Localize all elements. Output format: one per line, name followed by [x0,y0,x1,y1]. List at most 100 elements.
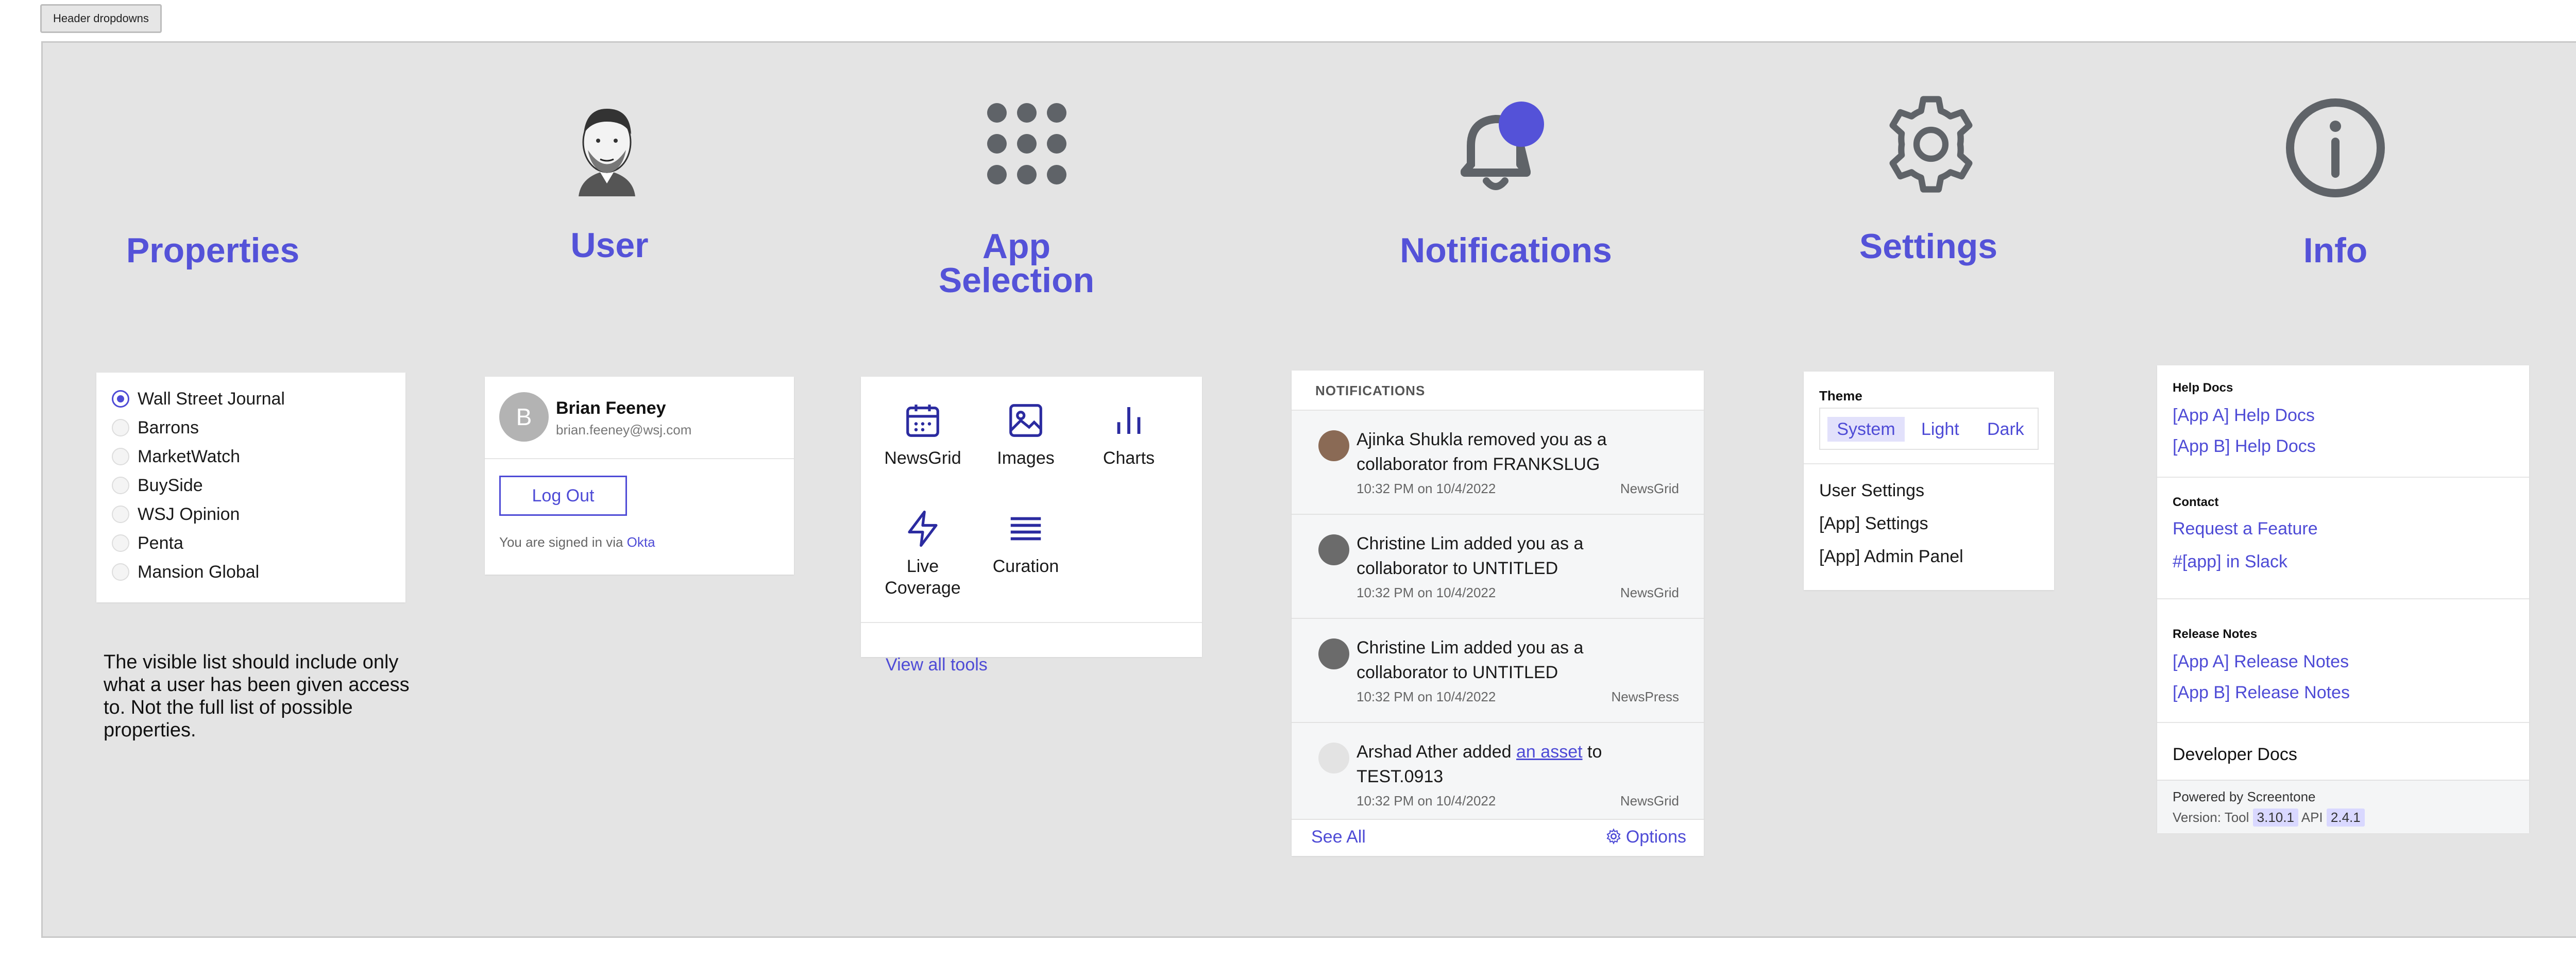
avatar [1318,743,1349,773]
list-icon [1010,517,1041,541]
apps-card: NewsGrid Images Charts Live Coverage Cur… [861,377,1202,675]
developer-docs-link[interactable]: Developer Docs [2173,745,2297,765]
info-card: Help Docs [App A] Help Docs [App B] Help… [2157,365,2529,833]
radio[interactable] [112,534,129,552]
tool-label: Curation [992,557,1059,576]
tool-images[interactable]: Images [985,400,1067,468]
tool-label: NewsGrid [884,448,961,468]
property-label: BuySide [138,476,203,495]
notification-app: NewsPress [1611,689,1679,704]
options-button[interactable]: Options [1605,827,1686,847]
tool-label: Images [997,448,1055,468]
logout-button[interactable]: Log Out [499,476,627,516]
help-docs-header: Help Docs [2173,381,2233,395]
theme-option-light[interactable]: Light [1921,417,1959,442]
divider [485,458,794,459]
theme-option-dark[interactable]: Dark [1987,417,2024,442]
tool-label: Live Coverage [885,557,961,598]
see-all-link[interactable]: See All [1311,827,1366,847]
request-feature-link[interactable]: Request a Feature [2173,519,2318,539]
radio[interactable] [112,563,129,581]
info-title: Info [2303,231,2368,270]
user-card: B Brian Feeney brian.feeney@wsj.com Log … [485,377,794,575]
theme-selector: System Light Dark [1819,408,2039,450]
theme-label: Theme [1819,388,1862,403]
avatar [1318,430,1349,461]
user-title: User [570,226,649,265]
api-version-badge: 2.4.1 [2326,809,2365,827]
notification-item[interactable]: Christine Lim added you as a collaborato… [1292,515,1704,619]
notification-item[interactable]: Ajinka Shukla removed you as a collabora… [1292,411,1704,515]
properties-note: The visible list should include only wha… [104,651,410,741]
notification-app: NewsGrid [1620,481,1679,496]
help-docs-link[interactable]: [App B] Help Docs [2173,436,2316,457]
tool-version-badge: 3.10.1 [2252,809,2298,827]
notification-text: Christine Lim added you as a collaborato… [1357,534,1584,578]
notification-time: 10:32 PM on 10/4/2022 [1357,585,1496,600]
user-email: brian.feeney@wsj.com [556,422,692,437]
radio[interactable] [112,477,129,494]
tool-curation[interactable]: Curation [985,509,1067,577]
notification-app: NewsGrid [1620,585,1679,600]
app-settings-link[interactable]: [App] Settings [1819,514,1928,534]
asset-link[interactable]: an asset [1516,742,1583,762]
notification-item[interactable]: Arshad Ather added an asset to TEST.0913… [1292,723,1704,820]
theme-option-system[interactable]: System [1827,417,1905,442]
powered-by: Powered by Screentone [2173,789,2316,804]
canvas: Properties Wall Street Journal Barrons M… [41,41,2576,938]
avatar: B [499,392,549,442]
admin-panel-link[interactable]: [App] Admin Panel [1819,547,1963,567]
app-selection-title: App Selection [888,227,1145,298]
user-portrait [558,93,656,196]
calendar-icon [906,405,939,437]
release-notes-link[interactable]: [App B] Release Notes [2173,683,2350,703]
notification-text: Christine Lim added you as a collaborato… [1357,638,1584,682]
divider [2157,477,2529,478]
settings-title: Settings [1859,227,1998,266]
notification-text: Ajinka Shukla removed you as a collabora… [1357,430,1607,474]
tool-newsgrid[interactable]: NewsGrid [882,400,964,468]
okta-link[interactable]: Okta [627,534,655,550]
notification-time: 10:32 PM on 10/4/2022 [1357,793,1496,809]
tool-live-coverage[interactable]: Live Coverage [882,509,964,599]
app-selection-title-line1: App [982,227,1051,266]
notification-time: 10:32 PM on 10/4/2022 [1357,481,1496,496]
help-docs-link[interactable]: [App A] Help Docs [2173,406,2315,426]
divider [1804,463,2054,464]
radio[interactable] [112,448,129,465]
settings-card: Theme System Light Dark User Settings [A… [1804,372,2054,590]
user-settings-link[interactable]: User Settings [1819,481,1924,501]
api-label: API [2301,810,2323,825]
view-all-tools-link[interactable]: View all tools [886,655,988,675]
slack-link[interactable]: #[app] in Slack [2173,552,2287,572]
app-grid-icon [986,99,1068,187]
notification-text: Arshad Ather added an asset to TEST.0913 [1357,739,1645,789]
tool-charts[interactable]: Charts [1088,400,1170,468]
image-icon [1009,404,1042,437]
radio[interactable] [112,506,129,523]
avatar [1318,638,1349,669]
notification-item[interactable]: Christine Lim added you as a collaborato… [1292,619,1704,723]
header-dropdowns-button[interactable]: Header dropdowns [40,4,162,33]
signed-in-note: You are signed in via Okta [499,534,655,550]
property-label: Mansion Global [138,562,260,582]
user-name: Brian Feeney [556,398,666,418]
contact-header: Contact [2173,495,2219,509]
divider [2157,722,2529,723]
notification-time: 10:32 PM on 10/4/2022 [1357,689,1496,704]
lightning-icon [908,510,938,547]
release-notes-link[interactable]: [App A] Release Notes [2173,652,2349,672]
info-icon [2284,96,2387,199]
settings-gear-icon [1877,90,1985,198]
info-footer: Powered by Screentone Version: Tool 3.10… [2157,780,2529,833]
property-label: Barrons [138,418,199,437]
tool-label: Charts [1103,448,1155,468]
signed-in-text: You are signed in via [499,534,627,550]
radio-selected[interactable] [112,390,129,408]
notifications-header: NOTIFICATIONS [1315,383,1426,398]
release-notes-header: Release Notes [2173,627,2258,641]
property-label: MarketWatch [138,447,241,466]
property-label: Penta [138,533,183,553]
divider [2157,598,2529,599]
radio[interactable] [112,419,129,436]
